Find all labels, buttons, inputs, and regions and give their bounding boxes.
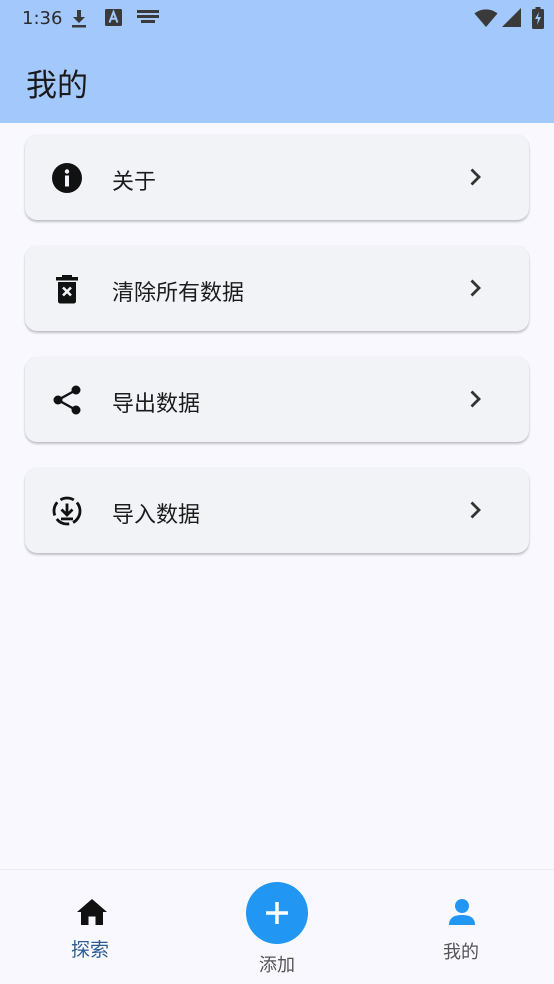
app-bar: 1:36 我的	[0, 0, 554, 123]
signal-icon	[502, 8, 521, 27]
page-title: 我的	[26, 68, 88, 104]
keyboard-icon	[137, 10, 159, 23]
chevron-right-icon	[470, 390, 481, 408]
nav-explore-label: 探索	[71, 939, 110, 961]
text-a-icon	[105, 9, 122, 26]
menu-list: 关于 清除所有数据 导出数据 导入数据	[25, 135, 529, 579]
bottom-navigation: 探索 添加 我的	[0, 869, 554, 984]
home-icon	[77, 899, 107, 925]
info-icon	[52, 163, 82, 193]
person-icon	[449, 899, 475, 925]
download-circle-icon	[52, 496, 82, 526]
download-icon	[72, 10, 86, 28]
status-bar: 1:36	[0, 0, 554, 38]
status-time: 1:36	[22, 8, 63, 29]
about-menu-item[interactable]: 关于	[25, 135, 529, 220]
clear-all-data-label: 清除所有数据	[112, 281, 245, 306]
chevron-right-icon	[470, 279, 481, 297]
screen: 1:36 我的 关于 清除所有数据 导出数据 导入数据 探索 添加 我的	[0, 0, 554, 984]
import-data-label: 导入数据	[112, 503, 201, 528]
share-icon	[53, 385, 81, 415]
plus-icon	[266, 902, 288, 924]
add-button[interactable]	[246, 882, 308, 944]
about-label: 关于	[112, 170, 157, 195]
nav-explore[interactable]: 探索	[50, 890, 134, 970]
clear-all-data-menu-item[interactable]: 清除所有数据	[25, 246, 529, 331]
wifi-icon	[474, 9, 498, 27]
add-label: 添加	[259, 955, 295, 976]
nav-mine[interactable]: 我的	[420, 890, 504, 970]
chevron-right-icon	[470, 168, 481, 186]
chevron-right-icon	[470, 501, 481, 519]
import-data-menu-item[interactable]: 导入数据	[25, 468, 529, 553]
nav-mine-label: 我的	[443, 942, 479, 963]
export-data-menu-item[interactable]: 导出数据	[25, 357, 529, 442]
battery-charging-icon	[532, 7, 544, 29]
delete-icon	[56, 275, 78, 304]
export-data-label: 导出数据	[112, 392, 201, 417]
